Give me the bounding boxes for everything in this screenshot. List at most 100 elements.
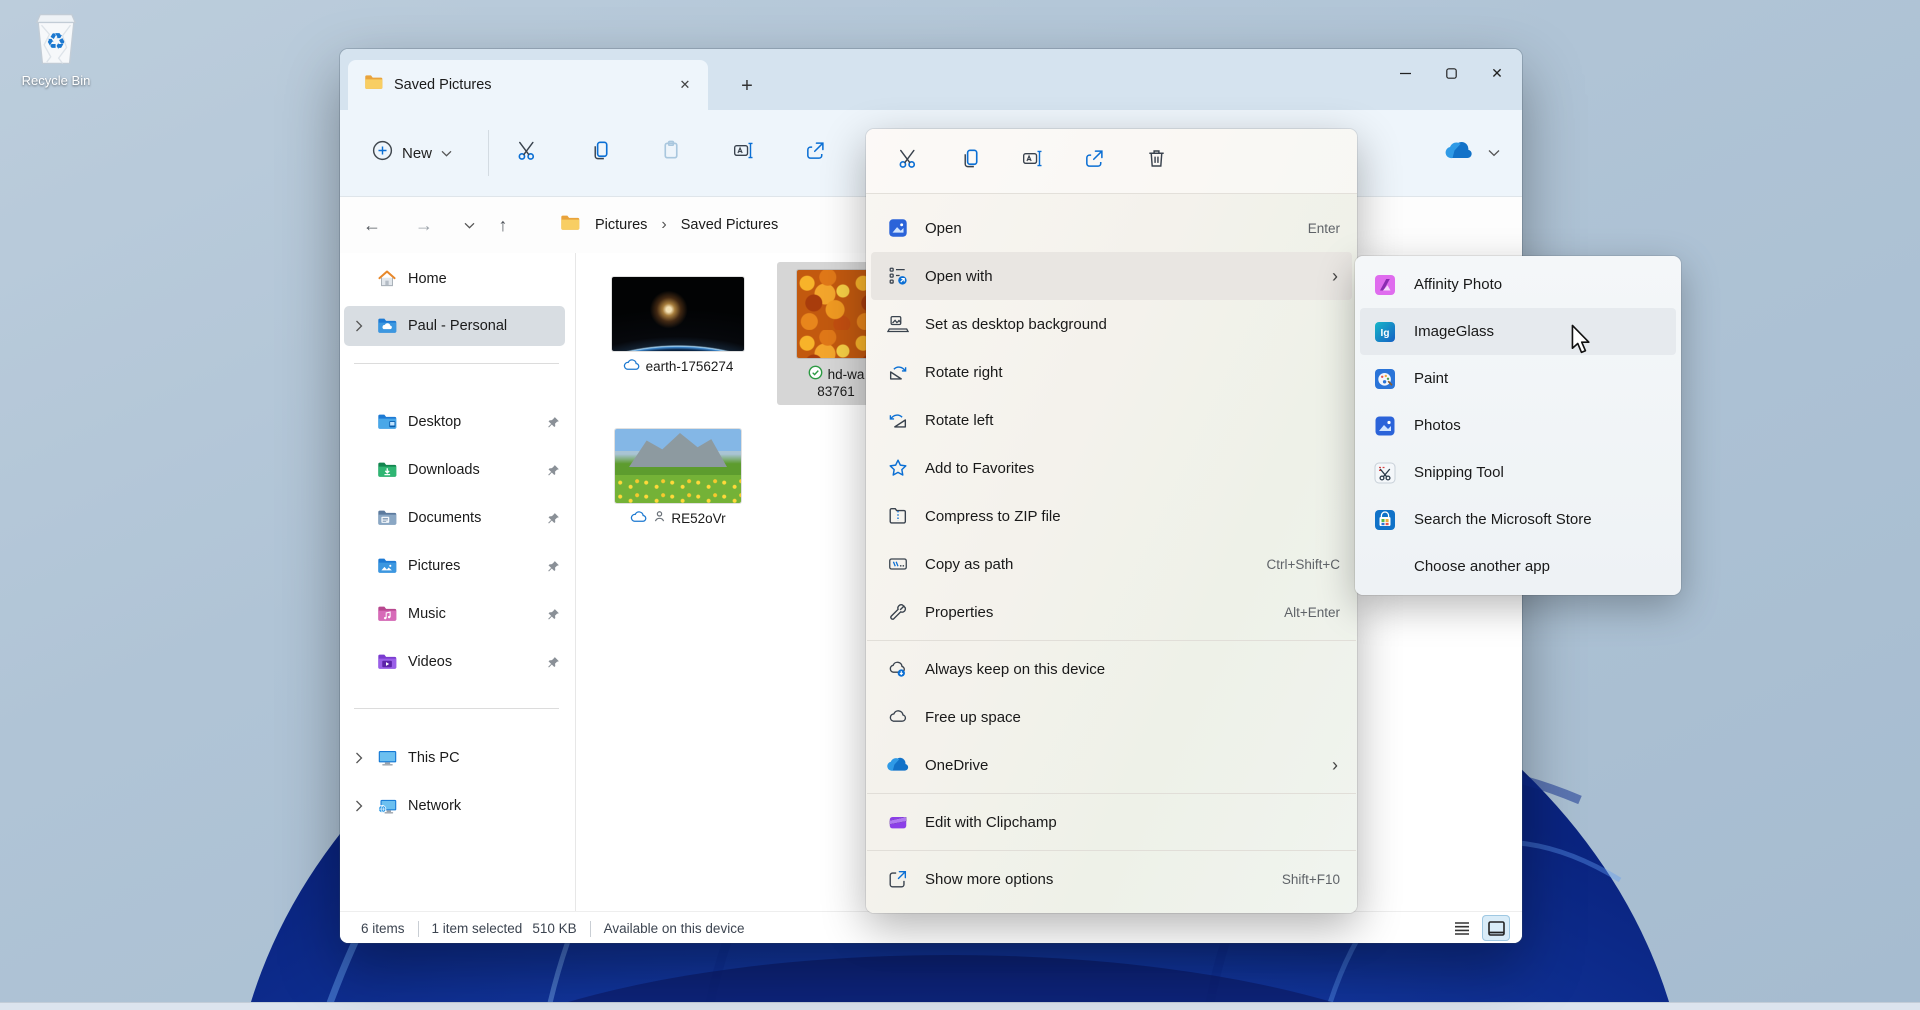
downloads-folder-icon [374, 461, 400, 479]
breadcrumb-separator: › [661, 216, 666, 234]
show-more-icon [886, 867, 910, 891]
sidebar-item-this-pc[interactable]: This PC [344, 738, 565, 778]
paste-icon [660, 139, 683, 167]
thumbnail-view-button[interactable] [1482, 915, 1510, 941]
pictures-folder-icon [374, 557, 400, 575]
submenu-item-imageglass[interactable]: Ig ImageGlass [1360, 308, 1676, 355]
status-divider [418, 921, 419, 937]
submenu-item-choose-another-app[interactable]: Choose another app [1360, 543, 1676, 590]
menu-item-onedrive[interactable]: OneDrive › [871, 741, 1352, 789]
breadcrumb: Pictures › Saved Pictures [550, 205, 792, 245]
menu-item-compress-to-zip[interactable]: Compress to ZIP file [871, 492, 1352, 540]
file-earth-thumbnail [612, 277, 744, 351]
delete-button[interactable] [1134, 139, 1178, 183]
minimize-button[interactable] [1382, 55, 1428, 91]
sidebar-item-home[interactable]: Home [344, 259, 565, 299]
submenu-item-snipping-tool[interactable]: Snipping Tool [1360, 449, 1676, 496]
menu-item-always-keep-on-device[interactable]: Always keep on this device [871, 645, 1352, 693]
context-menu-quick-actions [866, 129, 1357, 194]
menu-item-show-more-options[interactable]: Show more options Shift+F10 [871, 855, 1352, 903]
taskbar-edge [0, 1002, 1920, 1010]
menu-item-free-up-space[interactable]: Free up space [871, 693, 1352, 741]
sidebar-item-documents[interactable]: Documents [344, 498, 565, 538]
sidebar-item-downloads[interactable]: Downloads [344, 450, 565, 490]
new-tab-button[interactable]: + [732, 71, 762, 101]
mouse-cursor [1570, 324, 1592, 360]
new-button[interactable]: New [362, 133, 462, 173]
menu-item-rotate-right[interactable]: Rotate right [871, 348, 1352, 396]
toolbar-divider [488, 130, 489, 176]
copy-icon [589, 139, 612, 167]
breadcrumb-item-pictures[interactable]: Pictures [591, 214, 651, 236]
file-earth[interactable]: earth-1756274 [604, 277, 752, 374]
sidebar-item-paul-personal[interactable]: Paul - Personal [344, 306, 565, 346]
photos-app-icon [1372, 413, 1398, 439]
selected-count: 1 item selected [432, 921, 523, 936]
rename-button[interactable] [1010, 139, 1054, 183]
sidebar-item-pictures[interactable]: Pictures [344, 546, 565, 586]
forward-button[interactable]: → [407, 208, 441, 242]
menu-item-open-with[interactable]: Open with › [871, 252, 1352, 300]
copy-button[interactable] [948, 139, 992, 183]
details-view-button[interactable] [1448, 915, 1476, 941]
onedrive-icon [886, 753, 910, 777]
cut-button[interactable] [886, 139, 930, 183]
sidebar-item-desktop[interactable]: Desktop [344, 402, 565, 442]
menu-separator [867, 640, 1356, 641]
file-name-line2: 83761 [817, 384, 855, 399]
maximize-button[interactable] [1428, 55, 1474, 91]
up-button[interactable]: ↑ [486, 208, 520, 242]
clipchamp-icon [886, 810, 910, 834]
sidebar-item-music[interactable]: Music [344, 594, 565, 634]
tab-bar: Saved Pictures ✕ + ✕ [340, 49, 1522, 110]
submenu-item-search-microsoft-store[interactable]: Search the Microsoft Store [1360, 496, 1676, 543]
menu-item-copy-as-path[interactable]: Copy as path Ctrl+Shift+C [871, 540, 1352, 588]
context-menu: Open Enter Open with › Set as desktop ba… [866, 129, 1357, 913]
menu-item-properties[interactable]: Properties Alt+Enter [871, 588, 1352, 636]
recent-locations-chevron[interactable] [452, 208, 486, 242]
submenu-item-photos[interactable]: Photos [1360, 402, 1676, 449]
expand-chevron-icon[interactable] [344, 320, 374, 332]
sidebar-item-videos[interactable]: Videos [344, 642, 565, 682]
breadcrumb-item-saved-pictures[interactable]: Saved Pictures [677, 214, 783, 236]
open-with-icon [886, 264, 910, 288]
rename-icon [732, 139, 755, 167]
expand-chevron-icon[interactable] [344, 800, 374, 812]
file-re52ovr[interactable]: RE52oVr [607, 429, 749, 526]
cloud-download-icon [886, 657, 910, 681]
back-button[interactable]: ← [355, 208, 389, 242]
menu-item-add-to-favorites[interactable]: Add to Favorites [871, 444, 1352, 492]
recycle-bin-icon: ♻ [29, 53, 83, 70]
music-folder-icon [374, 605, 400, 623]
tab-close-icon[interactable]: ✕ [672, 72, 698, 98]
expand-chevron-icon[interactable] [344, 752, 374, 764]
submenu-item-affinity-photo[interactable]: Affinity Photo [1360, 261, 1676, 308]
onedrive-folder-icon [374, 317, 400, 335]
file-re52ovr-thumbnail [615, 429, 741, 503]
recycle-bin-shortcut[interactable]: ♻ Recycle Bin [10, 8, 102, 88]
file-name-line1: hd-wa [828, 367, 865, 382]
menu-item-edit-with-clipchamp[interactable]: Edit with Clipchamp [871, 798, 1352, 846]
onedrive-cloud-icon[interactable] [1444, 141, 1474, 166]
submenu-item-paint[interactable]: Paint [1360, 355, 1676, 402]
sidebar-item-network[interactable]: Network [344, 786, 565, 826]
cut-button[interactable] [506, 133, 548, 173]
menu-item-open[interactable]: Open Enter [871, 204, 1352, 252]
tab-saved-pictures[interactable]: Saved Pictures ✕ [348, 60, 708, 110]
copy-path-icon [886, 552, 910, 576]
rename-button[interactable] [722, 133, 764, 173]
copy-button[interactable] [579, 133, 621, 173]
menu-item-set-as-desktop-background[interactable]: Set as desktop background [871, 300, 1352, 348]
imageglass-icon: Ig [1372, 319, 1398, 345]
cloud-status-icon [630, 510, 648, 526]
close-button[interactable]: ✕ [1474, 55, 1520, 91]
share-button[interactable] [1072, 139, 1116, 183]
paste-button[interactable] [650, 133, 692, 173]
synced-check-icon [808, 365, 823, 383]
documents-folder-icon [374, 509, 400, 527]
share-button[interactable] [794, 133, 836, 173]
menu-item-rotate-left[interactable]: Rotate left [871, 396, 1352, 444]
selected-size: 510 KB [532, 921, 576, 936]
chevron-down-icon[interactable] [1488, 144, 1500, 162]
microsoft-store-icon [1372, 507, 1398, 533]
